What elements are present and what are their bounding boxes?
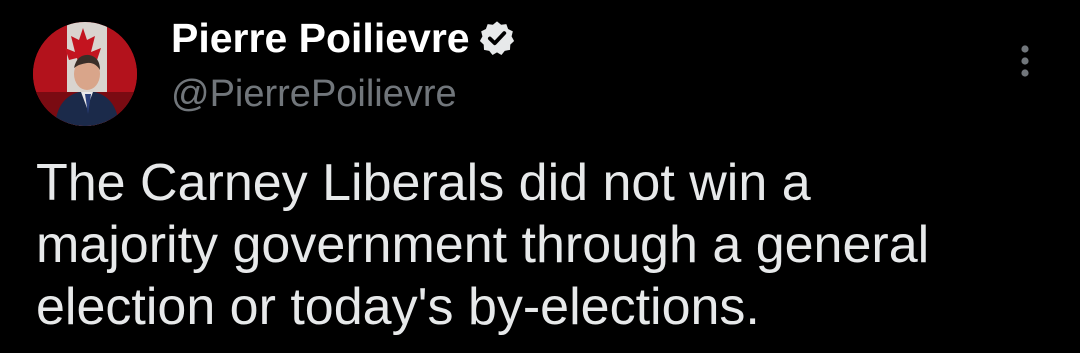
author-name-text: Pierre Poilievre bbox=[171, 15, 470, 61]
more-vertical-icon bbox=[1021, 45, 1029, 77]
tweet-text: The Carney Liberals did not win a majori… bbox=[36, 154, 930, 336]
avatar-photo-icon bbox=[33, 22, 137, 126]
author-display-name[interactable]: Pierre Poilievre bbox=[171, 14, 516, 62]
more-options-button[interactable] bbox=[1010, 40, 1040, 84]
author-handle[interactable]: @PierrePoilievre bbox=[171, 72, 457, 116]
tweet-card: Pierre Poilievre @PierrePoilievre The Ca… bbox=[0, 0, 1080, 353]
verified-badge-icon bbox=[478, 19, 516, 57]
avatar[interactable] bbox=[33, 22, 137, 126]
